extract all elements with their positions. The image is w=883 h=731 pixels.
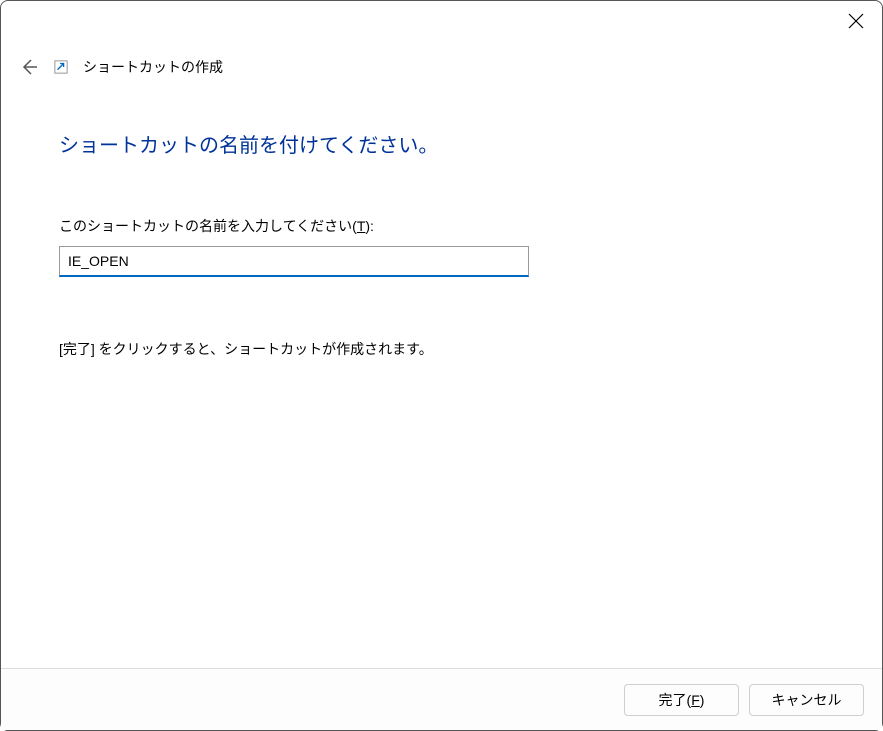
wizard-title: ショートカットの作成 (83, 57, 223, 77)
titlebar (848, 1, 882, 41)
back-arrow-icon[interactable] (19, 57, 39, 77)
name-input-label: このショートカットの名前を入力してください(T): (59, 216, 824, 236)
page-heading: ショートカットの名前を付けてください。 (59, 129, 824, 158)
cancel-button[interactable]: キャンセル (749, 684, 864, 716)
hint-text: [完了] をクリックすると、ショートカットが作成されます。 (59, 339, 824, 359)
shortcut-name-input[interactable] (59, 246, 529, 277)
footer: 完了(F) キャンセル (1, 668, 882, 730)
close-icon[interactable] (848, 13, 864, 29)
shortcut-icon (53, 59, 69, 75)
wizard-header: ショートカットの作成 (19, 57, 223, 77)
finish-button[interactable]: 完了(F) (624, 684, 739, 716)
content-area: ショートカットの名前を付けてください。 このショートカットの名前を入力してくださ… (59, 129, 824, 359)
